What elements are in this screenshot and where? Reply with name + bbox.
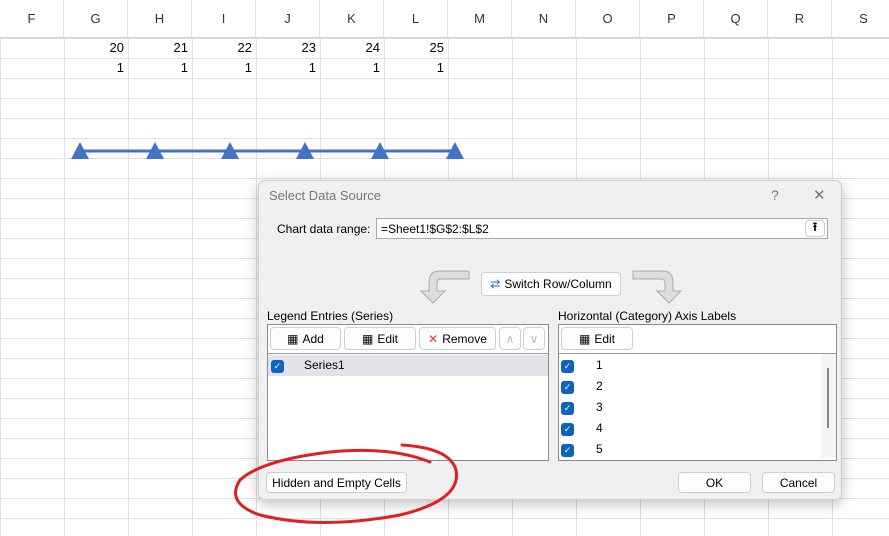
chart-data-range-input[interactable]: =Sheet1!$G$2:$L$2: [376, 218, 828, 239]
legend-entries-panel: ▦ Add ▦ Edit ✕ Remove ∧ ∨ ✓ Series1: [267, 324, 549, 461]
axis-label-item[interactable]: ✓ 4: [561, 418, 603, 439]
axis-label: 2: [596, 379, 603, 393]
axis-labels-label: Horizontal (Category) Axis Labels: [558, 309, 737, 323]
checkbox[interactable]: ✓: [561, 444, 574, 457]
switch-row-column-button[interactable]: ⇄ Switch Row/Column: [481, 272, 621, 296]
add-table-icon: ▦: [287, 331, 299, 346]
arrow-right-down-icon: [632, 270, 683, 304]
add-label: Add: [302, 331, 324, 346]
checkbox[interactable]: ✓: [561, 360, 574, 373]
series-item[interactable]: ✓ Series1: [268, 355, 548, 376]
switch-icon: ⇄: [490, 277, 501, 291]
close-button[interactable]: ✕: [813, 186, 826, 204]
checkbox[interactable]: ✓: [561, 402, 574, 415]
upload-arrow-icon: ⭱: [812, 220, 818, 234]
checkbox[interactable]: ✓: [561, 423, 574, 436]
edit-label: Edit: [594, 331, 616, 346]
remove-series-button[interactable]: ✕ Remove: [419, 327, 496, 350]
axis-label: 5: [596, 442, 603, 456]
dialog-title: Select Data Source: [269, 188, 382, 203]
remove-x-icon: ✕: [428, 331, 439, 346]
series-name: Series1: [304, 358, 345, 372]
help-button[interactable]: ?: [771, 187, 779, 203]
switch-label: Switch Row/Column: [504, 277, 612, 291]
axis-label-item[interactable]: ✓ 3: [561, 397, 603, 418]
axis-label-item[interactable]: ✓ 2: [561, 376, 603, 397]
move-up-button[interactable]: ∧: [499, 327, 521, 350]
scrollbar-thumb[interactable]: [827, 368, 829, 428]
arrow-left-down-icon: [419, 270, 470, 304]
add-series-button[interactable]: ▦ Add: [270, 327, 341, 350]
edit-series-button[interactable]: ▦ Edit: [344, 327, 416, 350]
hidden-empty-cells-button[interactable]: Hidden and Empty Cells: [266, 472, 407, 493]
edit-table-icon: ▦: [361, 331, 374, 346]
axis-label: 3: [596, 400, 603, 414]
edit-axis-labels-button[interactable]: ▦ Edit: [561, 327, 633, 350]
checkbox[interactable]: ✓: [271, 360, 284, 373]
cancel-button[interactable]: Cancel: [762, 472, 835, 493]
scrollbar[interactable]: [821, 354, 836, 458]
remove-label: Remove: [442, 331, 487, 346]
range-value: =Sheet1!$G$2:$L$2: [381, 222, 489, 236]
ok-button[interactable]: OK: [678, 472, 751, 493]
axis-label-item[interactable]: ✓ 5: [561, 439, 603, 460]
legend-entries-label: Legend Entries (Series): [267, 309, 394, 323]
edit-label: Edit: [377, 331, 399, 346]
axis-label: 1: [596, 358, 603, 372]
select-data-source-dialog: Select Data Source ? ✕ Chart data range:…: [258, 180, 842, 500]
move-down-button[interactable]: ∨: [523, 327, 545, 350]
collapse-dialog-button[interactable]: ⭱: [805, 220, 825, 237]
checkbox[interactable]: ✓: [561, 381, 574, 394]
axis-label: 4: [596, 421, 603, 435]
axis-label-item[interactable]: ✓ 1: [561, 355, 603, 376]
edit-table-icon: ▦: [578, 331, 591, 346]
range-label: Chart data range:: [277, 222, 371, 236]
axis-labels-panel: ▦ Edit ✓ 1 ✓ 2 ✓ 3 ✓ 4 ✓ 5: [558, 324, 837, 461]
